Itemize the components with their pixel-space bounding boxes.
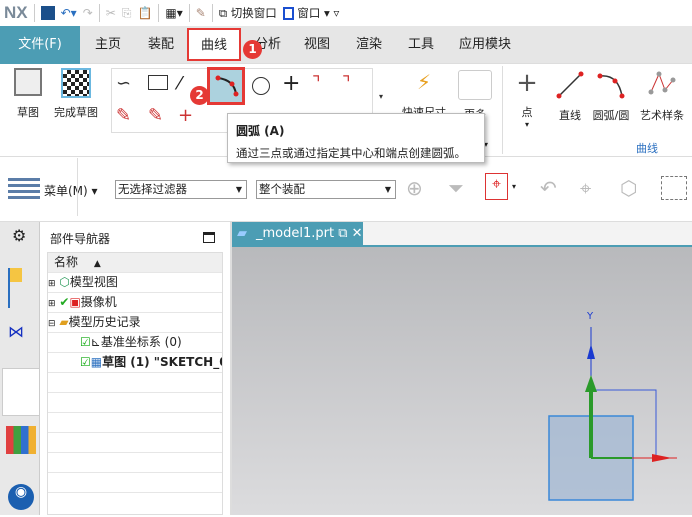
maximize-icon[interactable]: [203, 232, 215, 243]
selection-filter-dropdown[interactable]: 无选择过滤器 ▼: [115, 180, 247, 199]
circle-icon[interactable]: [252, 77, 270, 95]
tab-tools[interactable]: 工具: [408, 26, 434, 64]
cut-icon[interactable]: ✂: [106, 6, 116, 20]
arc-icon: [215, 75, 239, 97]
snap-filter-icon[interactable]: ⌖: [485, 173, 508, 200]
filter-back-icon[interactable]: ⏷: [448, 176, 464, 200]
tree-item[interactable]: ☑⊾基准坐标系 (0): [48, 333, 222, 353]
studio-spline-icon: [648, 71, 676, 95]
tab-curve[interactable]: 曲线: [187, 28, 241, 61]
profile-icon[interactable]: ∽: [116, 73, 142, 99]
fillet-icon[interactable]: ⌝: [312, 73, 338, 99]
tab-file[interactable]: 文件(F): [0, 26, 80, 64]
studio-spline-button[interactable]: 艺术样条: [636, 70, 688, 123]
navigator-title: 部件导航器: [50, 232, 111, 246]
sketch-icon: [14, 68, 42, 96]
close-tab-icon[interactable]: ✕: [352, 226, 363, 241]
arc-tooltip: 圆弧 (A) 通过三点或通过指定其中心和端点创建圆弧。: [227, 113, 485, 163]
web-browser-icon[interactable]: ◉: [8, 484, 34, 510]
constraint-navigator-icon[interactable]: ⋈: [8, 322, 34, 352]
ribbon-tabs: 文件(F) 主页 装配 曲线 分析 视图 渲染 工具 应用模块 1: [0, 26, 692, 64]
y-axis-label: Y: [587, 311, 594, 322]
arc-button[interactable]: [207, 67, 245, 105]
menu-button[interactable]: 菜单(M) ▾: [44, 182, 98, 199]
switch-window-button[interactable]: ⧉ 切换窗口: [219, 5, 277, 21]
line-icon: [556, 71, 584, 99]
touch-mode-icon[interactable]: ▦▾: [165, 6, 182, 20]
point-button[interactable]: + 点 ▾: [512, 70, 542, 129]
quick-trim-icon[interactable]: ✎: [116, 105, 142, 131]
snap-dropdown-icon[interactable]: ▾: [512, 182, 516, 191]
rectangle-select-icon[interactable]: [661, 176, 687, 200]
tab-assembly[interactable]: 装配: [148, 26, 174, 64]
reuse-library-icon[interactable]: [6, 426, 36, 454]
paste-icon[interactable]: 📋: [137, 6, 152, 20]
tab-render[interactable]: 渲染: [356, 26, 382, 64]
more-icon: [458, 70, 492, 100]
menu-icon[interactable]: [8, 178, 40, 202]
finish-sketch-button[interactable]: 完成草图: [50, 68, 102, 120]
part-navigator-tab[interactable]: [2, 368, 40, 416]
redo-icon[interactable]: ↷: [83, 6, 93, 20]
line-button[interactable]: 直线: [553, 70, 587, 123]
rectangle-icon[interactable]: [148, 75, 168, 90]
arc-circle-icon: [597, 73, 625, 99]
tab-model1-prt[interactable]: ▰ _model1.prt ⧉ ✕: [232, 222, 363, 245]
selection-scope-dropdown[interactable]: 整个装配 ▼: [256, 180, 396, 199]
tree-item[interactable]: ⊟ ▰模型历史记录: [48, 313, 222, 333]
sketch-button[interactable]: 草图: [10, 68, 46, 120]
repeat-command-icon[interactable]: ✎: [196, 6, 206, 20]
tab-view[interactable]: 视图: [304, 26, 330, 64]
quick-dimension-icon: ⚡: [416, 70, 432, 94]
copy-icon[interactable]: ⎘: [122, 6, 132, 21]
selection-bar: 菜单(M) ▾ 无选择过滤器 ▼ 整个装配 ▼ ⊕ ⏷ ⌖ ▾ ↶ ⌖ ⬡: [0, 158, 692, 222]
tree-item[interactable]: ☑▦草图 (1) "SKETCH_000": [48, 353, 222, 373]
tree-item[interactable]: ⊞ ⬡模型视图: [48, 273, 222, 293]
assembly-navigator-icon[interactable]: [8, 268, 34, 308]
column-header-name[interactable]: 名称 ▲: [48, 253, 222, 273]
gear-icon[interactable]: ⚙: [12, 226, 26, 245]
window-button[interactable]: 窗口 ▾ ▿: [282, 5, 339, 21]
tab-home[interactable]: 主页: [95, 26, 121, 64]
quick-access-toolbar: NX ↶▾ ↷ ✂ ⎘ 📋 ▦▾ ✎ ⧉ 切换窗口 窗口 ▾ ▿: [0, 0, 692, 26]
binoculars-icon[interactable]: ⌖: [580, 176, 591, 200]
checkbox: ☑: [80, 355, 91, 369]
cube-icon[interactable]: ⬡: [620, 176, 637, 200]
step-badge-1: 1: [243, 40, 262, 59]
undo-snap-icon[interactable]: ↶: [540, 176, 557, 200]
tab-application[interactable]: 应用模块: [459, 26, 511, 64]
point-icon[interactable]: +: [282, 71, 308, 97]
step-badge-2: 2: [190, 86, 209, 105]
tree-item[interactable]: ⊞ ✔▣摄像机: [48, 293, 222, 313]
graphics-canvas[interactable]: Y: [232, 245, 692, 515]
graphics-window: ▰ _model1.prt ⧉ ✕ Y: [232, 222, 692, 515]
group-label-curve: 曲线: [636, 142, 658, 155]
part-navigator: 部件导航器 名称 ▲ ⊞ ⬡模型视图 ⊞ ✔▣摄像机 ⊟ ▰模型历史记录 ☑⊾基…: [40, 222, 230, 515]
datum-csys: [548, 327, 677, 501]
float-icon[interactable]: ⧉: [338, 226, 347, 241]
quick-extend-icon[interactable]: ✎: [148, 105, 174, 131]
undo-icon[interactable]: ↶▾: [61, 6, 77, 20]
make-corner-icon[interactable]: +: [178, 105, 204, 131]
save-icon[interactable]: [40, 6, 55, 20]
chamfer-icon[interactable]: ⌝: [342, 73, 368, 99]
part-file-icon: ▰: [237, 226, 247, 241]
nx-logo: NX: [4, 3, 28, 22]
resource-bar: ⚙ ⋈ ◉: [0, 222, 40, 515]
gallery-more-icon[interactable]: ▾: [379, 92, 383, 101]
finish-flag-icon: [61, 68, 91, 98]
point-plus-icon: +: [516, 68, 538, 98]
snap-link-icon[interactable]: ⊕: [406, 176, 423, 200]
arc-circle-button[interactable]: 圆弧/圆: [590, 70, 632, 123]
checkbox: ☑: [80, 335, 91, 349]
